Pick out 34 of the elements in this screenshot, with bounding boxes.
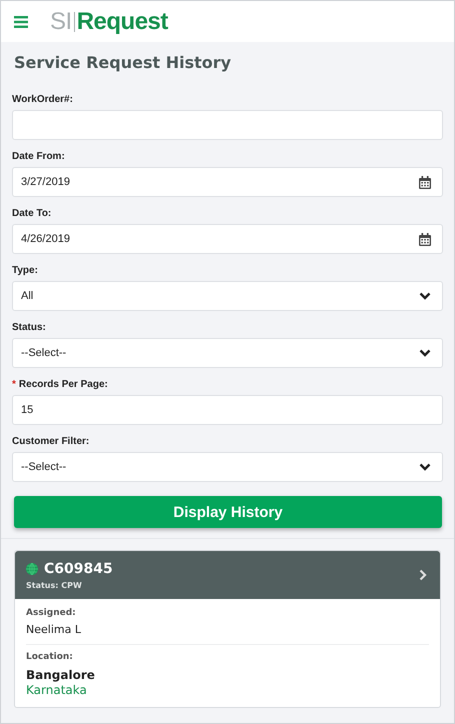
location-state: Karnataka [26,683,88,698]
location-city: Bangalore [26,668,96,683]
field-label: Date To: [12,208,52,218]
chevron-down-icon [419,463,431,471]
request-status: Status: CPW [26,580,83,590]
select-field[interactable]: All [12,281,443,311]
date-field[interactable]: 4/26/2019 [12,224,443,254]
detail-label: Assigned: [26,608,77,618]
menu-icon[interactable] [14,16,28,28]
select-field[interactable]: --Select-- [12,338,443,368]
detail-label: Location: [26,652,74,662]
field-label: Customer Filter: [12,436,90,446]
select-field[interactable]: --Select-- [12,452,443,482]
request-id: C609845 [44,560,113,576]
calendar-icon [419,176,431,188]
page-title: Service Request History [13,52,232,74]
input-field[interactable] [12,110,443,140]
input-field[interactable]: 15 [12,395,443,425]
field-label: WorkOrder#: [12,94,73,104]
chevron-down-icon [419,349,431,357]
field-label: Type: [12,264,38,276]
field-label: Date From: [12,150,65,162]
calendar-icon [419,232,431,246]
required-mark: * [12,378,16,390]
chevron-right-icon [419,569,427,581]
logo-prefix: SI [50,12,75,32]
logo-text: Request [76,8,168,36]
card-header[interactable]: C609845 Status: CPW [15,551,440,599]
globe-icon [26,562,38,574]
date-field[interactable]: 3/27/2019 [12,167,443,197]
field-label: Records Per Page: [18,378,108,390]
chevron-down-icon [419,292,431,300]
assignee-name: Neelima L [26,623,82,636]
field-label: Status: [12,322,46,332]
